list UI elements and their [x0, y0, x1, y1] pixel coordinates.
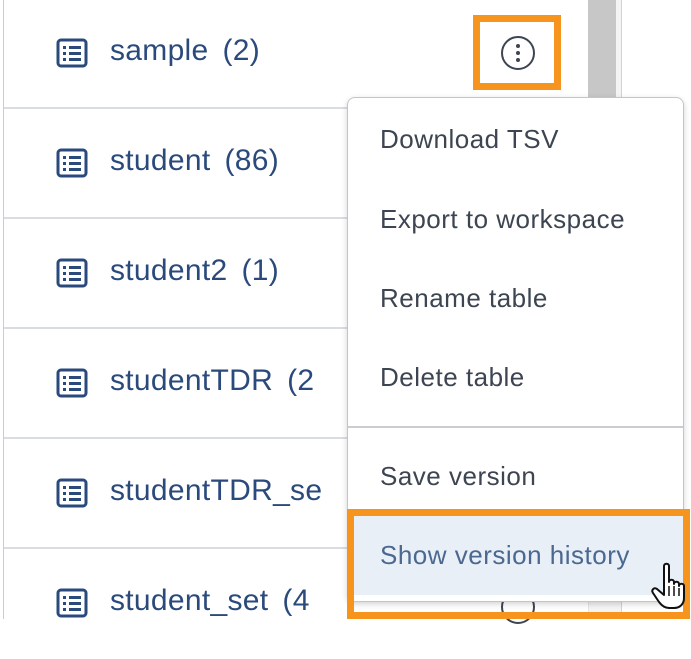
- menu-item-label: Save version: [380, 461, 537, 491]
- table-list-icon: [56, 38, 88, 68]
- table-name: student_set: [110, 584, 269, 617]
- table-name: student2: [110, 254, 228, 287]
- table-count: (4: [282, 584, 310, 617]
- menu-item-label: Rename table: [380, 283, 548, 313]
- menu-item-label: Download TSV: [380, 124, 559, 154]
- table-name: sample: [110, 34, 209, 67]
- table-list-icon: [56, 148, 88, 178]
- table-name-link[interactable]: student (86): [110, 144, 279, 178]
- menu-item-label: Export to workspace: [380, 204, 626, 234]
- table-list-icon: [56, 258, 88, 288]
- table-list-icon: [56, 588, 88, 618]
- menu-item-delete-table[interactable]: Delete table: [348, 338, 683, 417]
- table-count: (2): [222, 34, 261, 67]
- table-name-link[interactable]: student_set (4: [110, 584, 310, 618]
- table-name-link[interactable]: student2 (1): [110, 254, 279, 288]
- table-name: studentTDR: [110, 364, 274, 397]
- table-name: student: [110, 144, 211, 177]
- table-count: (1): [241, 254, 280, 287]
- menu-item-save-version[interactable]: Save version: [348, 437, 683, 516]
- table-count: (86): [224, 144, 280, 177]
- table-name: studentTDR_se: [110, 474, 323, 507]
- menu-item-label: Delete table: [380, 362, 525, 392]
- table-count: (2: [287, 364, 315, 397]
- menu-item-rename-table[interactable]: Rename table: [348, 259, 683, 338]
- menu-item-download-tsv[interactable]: Download TSV: [348, 100, 683, 179]
- table-list-icon: [56, 478, 88, 508]
- scrollbar-thumb[interactable]: [588, 0, 616, 100]
- hand-pointer-cursor-icon: [651, 562, 685, 609]
- table-name-link[interactable]: studentTDR_se: [110, 474, 336, 508]
- show-history-highlight-box: [347, 509, 690, 619]
- menu-item-export-to-workspace[interactable]: Export to workspace: [348, 180, 683, 259]
- table-name-link[interactable]: studentTDR (2: [110, 364, 314, 398]
- menu-divider: [348, 426, 683, 428]
- table-list-icon: [56, 368, 88, 398]
- table-name-link[interactable]: sample (2): [110, 34, 260, 68]
- kebab-highlight-box: [473, 15, 561, 90]
